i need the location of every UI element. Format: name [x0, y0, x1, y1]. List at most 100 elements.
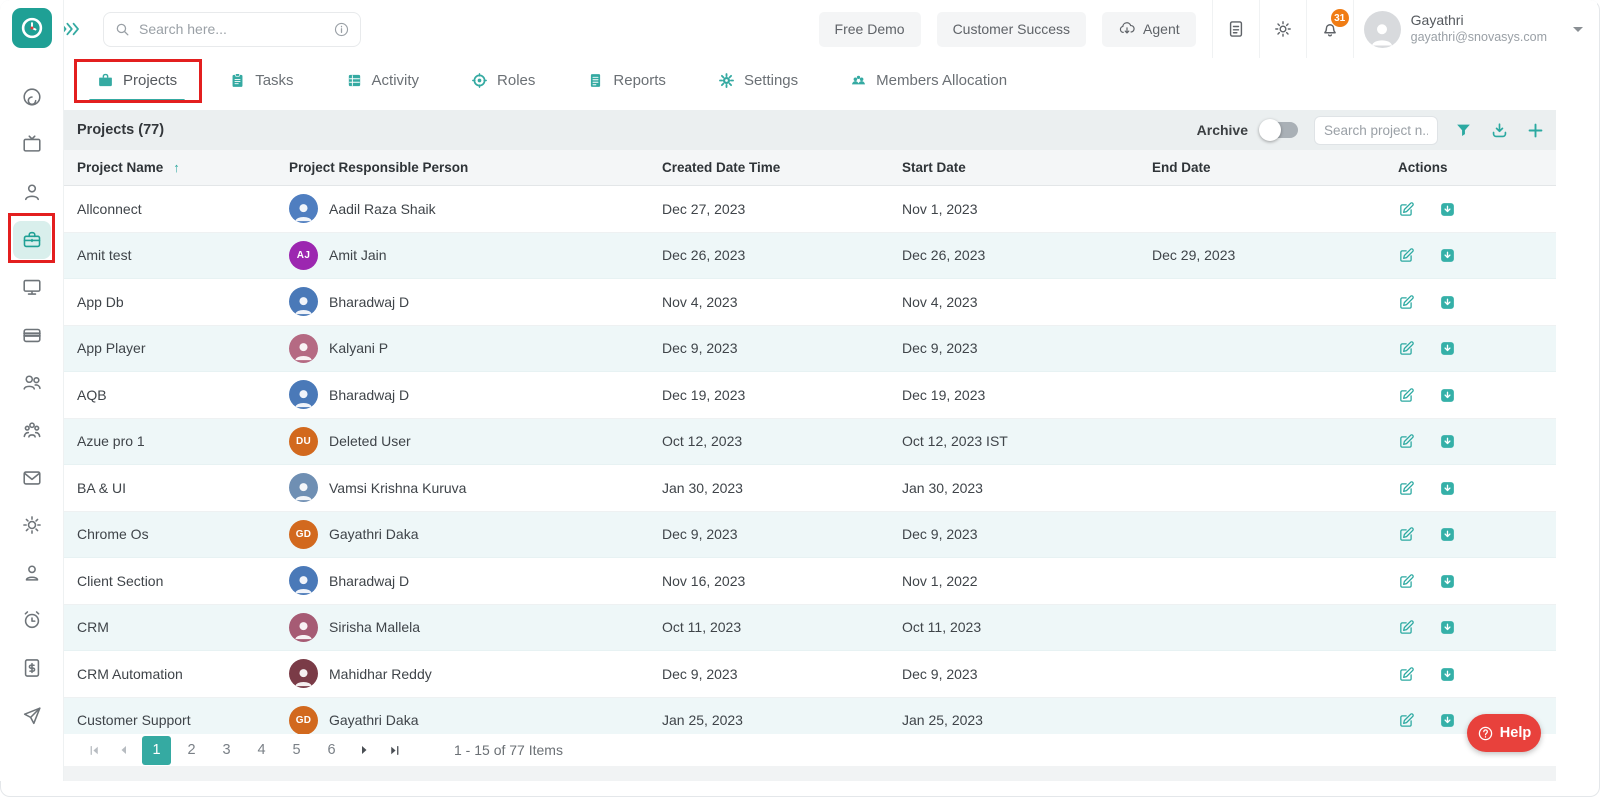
add-project-button[interactable] [1524, 119, 1546, 141]
column-start-date[interactable]: Start Date [902, 160, 1152, 175]
question-circle-icon [1477, 725, 1494, 742]
project-name[interactable]: CRM Automation [64, 666, 289, 682]
sidebar-item-settings[interactable] [0, 501, 64, 549]
project-name[interactable]: Client Section [64, 573, 289, 589]
project-name[interactable]: App Db [64, 294, 289, 310]
column-project-name[interactable]: Project Name↑ [64, 160, 289, 175]
edit-project-button[interactable] [1398, 294, 1415, 311]
edit-project-button[interactable] [1398, 573, 1415, 590]
archive-project-button[interactable] [1439, 247, 1456, 264]
project-name[interactable]: Azue pro 1 [64, 433, 289, 449]
first-page-button[interactable] [82, 738, 106, 762]
archive-project-button[interactable] [1439, 480, 1456, 497]
sidebar-item-tv[interactable] [0, 121, 64, 169]
project-name[interactable]: Customer Support [64, 712, 289, 728]
archive-project-button[interactable] [1439, 201, 1456, 218]
tab-tasks[interactable]: Tasks [229, 58, 293, 102]
sidebar-item-person[interactable] [0, 168, 64, 216]
project-name[interactable]: Allconnect [64, 201, 289, 217]
sort-asc-icon[interactable]: ↑ [173, 160, 180, 175]
sidebar-item-send[interactable] [0, 692, 64, 740]
page-number-3[interactable]: 3 [212, 736, 241, 765]
search-input[interactable] [139, 21, 325, 37]
archive-project-button[interactable] [1439, 573, 1456, 590]
sidebar-item-time[interactable] [0, 597, 64, 645]
sidebar-item-monitor[interactable] [0, 263, 64, 311]
edit-project-button[interactable] [1398, 387, 1415, 404]
page-number-5[interactable]: 5 [282, 736, 311, 765]
archive-icon [1439, 573, 1456, 590]
tab-roles[interactable]: Roles [471, 58, 535, 102]
project-name[interactable]: CRM [64, 619, 289, 635]
settings-button[interactable] [1260, 0, 1306, 58]
sidebar-item-invoice[interactable] [0, 644, 64, 692]
archive-project-button[interactable] [1439, 712, 1456, 729]
edit-project-button[interactable] [1398, 619, 1415, 636]
tab-projects[interactable]: Projects [97, 58, 177, 102]
download-button[interactable] [1488, 119, 1510, 141]
archive-project-button[interactable] [1439, 526, 1456, 543]
divider [1353, 0, 1354, 58]
created-date: Dec 27, 2023 [662, 201, 902, 217]
edit-icon [1398, 201, 1415, 218]
user-menu[interactable]: Gayathri gayathri@snovasys.com [1364, 11, 1547, 48]
edit-project-button[interactable] [1398, 666, 1415, 683]
project-name[interactable]: Chrome Os [64, 526, 289, 542]
project-name[interactable]: AQB [64, 387, 289, 403]
prev-page-button[interactable] [112, 738, 136, 762]
person-icon [21, 181, 43, 203]
sidebar-item-users[interactable] [0, 359, 64, 407]
notifications-button[interactable]: 31 [1307, 0, 1353, 58]
info-icon[interactable] [333, 21, 350, 38]
next-page-button[interactable] [352, 738, 376, 762]
column-created-date[interactable]: Created Date Time [662, 160, 902, 175]
customer-success-button[interactable]: Customer Success [937, 12, 1086, 47]
chevron-down-icon[interactable] [1573, 27, 1583, 32]
project-name[interactable]: App Player [64, 340, 289, 356]
last-page-button[interactable] [382, 738, 406, 762]
tab-settings[interactable]: Settings [718, 58, 798, 102]
sidebar-item-billing[interactable] [0, 311, 64, 359]
tab-activity[interactable]: Activity [346, 58, 420, 102]
project-search-input[interactable] [1314, 116, 1438, 145]
edit-project-button[interactable] [1398, 340, 1415, 357]
responsible-person: Bharadwaj D [289, 566, 662, 595]
sidebar-item-timer[interactable] [0, 73, 64, 121]
edit-project-button[interactable] [1398, 712, 1415, 729]
edit-icon [1398, 387, 1415, 404]
filter-button[interactable] [1452, 119, 1474, 141]
project-name[interactable]: BA & UI [64, 480, 289, 496]
app-logo[interactable] [12, 8, 52, 48]
edit-project-button[interactable] [1398, 526, 1415, 543]
page-number-4[interactable]: 4 [247, 736, 276, 765]
page-number-2[interactable]: 2 [177, 736, 206, 765]
sidebar-item-profile[interactable] [0, 549, 64, 597]
archive-project-button[interactable] [1439, 294, 1456, 311]
tab-reports[interactable]: Reports [587, 58, 666, 102]
column-end-date[interactable]: End Date [1152, 160, 1398, 175]
page-number-1[interactable]: 1 [142, 736, 171, 765]
archive-project-button[interactable] [1439, 387, 1456, 404]
free-demo-button[interactable]: Free Demo [819, 12, 921, 47]
archive-project-button[interactable] [1439, 433, 1456, 450]
agent-button[interactable]: Agent [1102, 12, 1196, 47]
sidebar-item-mail[interactable] [0, 454, 64, 502]
tab-members-allocation[interactable]: Members Allocation [850, 58, 1007, 102]
free-demo-label: Free Demo [835, 21, 905, 37]
help-button[interactable]: Help [1467, 714, 1541, 752]
column-responsible-person[interactable]: Project Responsible Person [289, 160, 662, 175]
edit-project-button[interactable] [1398, 480, 1415, 497]
edit-project-button[interactable] [1398, 433, 1415, 450]
archive-project-button[interactable] [1439, 340, 1456, 357]
page-number-6[interactable]: 6 [317, 736, 346, 765]
archive-toggle[interactable] [1262, 122, 1298, 138]
notes-button[interactable] [1213, 0, 1259, 58]
edit-project-button[interactable] [1398, 201, 1415, 218]
archive-project-button[interactable] [1439, 666, 1456, 683]
archive-project-button[interactable] [1439, 619, 1456, 636]
edit-project-button[interactable] [1398, 247, 1415, 264]
sidebar-item-projects[interactable] [0, 216, 64, 264]
sidebar-item-team[interactable] [0, 406, 64, 454]
project-name[interactable]: Amit test [64, 247, 289, 263]
table-row: AQBBharadwaj DDec 19, 2023Dec 19, 2023 [64, 372, 1556, 419]
